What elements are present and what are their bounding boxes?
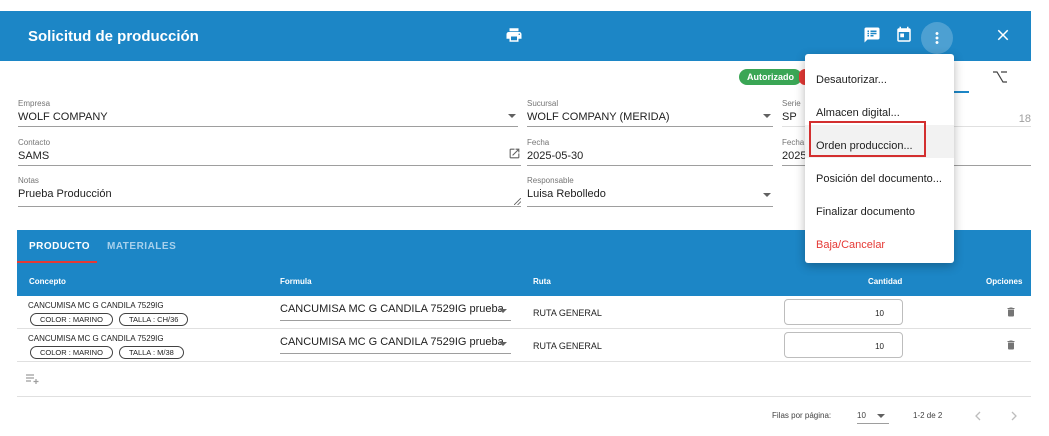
calendar-icon[interactable]	[893, 24, 915, 46]
col-opciones: Opciones	[986, 277, 1023, 286]
empresa-value: WOLF COMPANY	[18, 111, 108, 123]
chevron-down-icon[interactable]	[499, 342, 507, 346]
menu-item-baja-cancelar[interactable]: Baja/Cancelar	[805, 224, 954, 257]
formula-value: CANCUMISA MC G CANDILA 7529IG prueba	[280, 336, 504, 348]
highlight-box	[809, 121, 926, 157]
chevron-down-icon[interactable]	[499, 309, 507, 313]
fecha-value: 2025-05-30	[527, 150, 584, 162]
formula-value: CANCUMISA MC G CANDILA 7529IG prueba	[280, 303, 504, 315]
col-concepto: Concepto	[29, 277, 66, 286]
col-formula: Formula	[280, 277, 312, 286]
attribute-chip: TALLA : M/38	[118, 346, 184, 359]
col-cantidad: Cantidad	[868, 277, 903, 286]
tab-indicator	[953, 91, 969, 93]
empresa-label: Empresa	[18, 99, 51, 108]
quantity-input[interactable]: 10	[784, 332, 903, 358]
fecha-label: Fecha	[527, 138, 550, 147]
attribute-chip: COLOR : MARINO	[30, 346, 113, 359]
page-title: Solicitud de producción	[28, 28, 199, 45]
tab-producto[interactable]: PRODUCTO	[29, 241, 90, 252]
chevron-down-icon[interactable]	[763, 114, 771, 118]
chevron-right-icon[interactable]	[1010, 411, 1018, 421]
ruta-cell: RUTA GENERAL	[533, 341, 602, 351]
chevron-down-icon[interactable]	[763, 193, 771, 197]
sucursal-label: Sucursal	[527, 99, 559, 108]
tab-materiales[interactable]: MATERIALES	[107, 241, 176, 252]
open-edit-icon[interactable]	[508, 147, 521, 160]
empresa-field[interactable]: Empresa WOLF COMPANY	[18, 99, 518, 127]
note-icon[interactable]	[861, 24, 883, 46]
rows-per-page-label: Filas por página:	[772, 411, 832, 420]
trash-icon[interactable]	[1005, 305, 1017, 319]
fecha-field[interactable]: Fecha 2025-05-30	[527, 138, 773, 166]
sucursal-value: WOLF COMPANY (MERIDA)	[527, 111, 670, 123]
responsable-field[interactable]: Responsable Luisa Rebolledo	[527, 176, 773, 207]
quantity-input[interactable]: 10	[784, 299, 903, 325]
chevron-down-icon[interactable]	[877, 414, 885, 418]
serie-folio: 18	[1018, 113, 1031, 125]
concepto-cell: CANCUMISA MC G CANDILA 7529IG	[28, 301, 164, 310]
contacto-label: Contacto	[18, 138, 51, 147]
resize-handle-icon[interactable]	[514, 198, 521, 205]
attribute-chip: COLOR : MARINO	[30, 313, 113, 326]
ruta-cell: RUTA GENERAL	[533, 308, 602, 318]
tab-active-indicator	[17, 261, 97, 263]
more-vert-icon[interactable]	[921, 22, 953, 54]
attribute-chip: TALLA : CH/36	[118, 313, 189, 326]
rows-per-page-value: 10	[857, 411, 866, 420]
trash-icon[interactable]	[1005, 338, 1017, 352]
status-badge-authorized: Autorizado	[739, 69, 802, 85]
playlist-add-icon[interactable]	[26, 374, 40, 384]
notas-field[interactable]: Notas Prueba Producción	[18, 176, 521, 207]
more-options-menu: Desautorizar... Almacen digital... Orden…	[805, 54, 954, 263]
branch-icon[interactable]	[992, 70, 1008, 84]
menu-item-finalizar-documento[interactable]: Finalizar documento	[805, 191, 954, 224]
divider	[17, 396, 1031, 397]
sucursal-field[interactable]: Sucursal WOLF COMPANY (MERIDA)	[527, 99, 773, 127]
notas-label: Notas	[18, 176, 39, 185]
notas-value: Prueba Producción	[18, 188, 112, 200]
close-icon[interactable]	[992, 24, 1014, 46]
col-ruta: Ruta	[533, 277, 551, 286]
formula-select[interactable]: CANCUMISA MC G CANDILA 7529IG prueba	[280, 336, 511, 354]
responsable-value: Luisa Rebolledo	[527, 188, 606, 200]
pagination-range: 1-2 de 2	[913, 411, 943, 420]
responsable-label: Responsable	[527, 176, 574, 185]
table-row: CANCUMISA MC G CANDILA 7529IG COLOR : MA…	[17, 296, 1031, 329]
chevron-down-icon[interactable]	[508, 114, 516, 118]
menu-item-posicion-documento[interactable]: Posición del documento...	[805, 158, 954, 191]
concepto-cell: CANCUMISA MC G CANDILA 7529IG	[28, 334, 164, 343]
formula-select[interactable]: CANCUMISA MC G CANDILA 7529IG prueba	[280, 303, 511, 321]
menu-item-desautorizar[interactable]: Desautorizar...	[805, 59, 954, 92]
contacto-value: SAMS	[18, 150, 50, 162]
top-strip	[0, 0, 1049, 10]
table-header: Concepto Formula Ruta Cantidad Opciones	[17, 264, 1031, 296]
chevron-left-icon[interactable]	[974, 411, 982, 421]
table-row: CANCUMISA MC G CANDILA 7529IG COLOR : MA…	[17, 329, 1031, 362]
print-icon[interactable]	[503, 24, 525, 46]
contacto-field[interactable]: Contacto SAMS	[18, 138, 521, 166]
